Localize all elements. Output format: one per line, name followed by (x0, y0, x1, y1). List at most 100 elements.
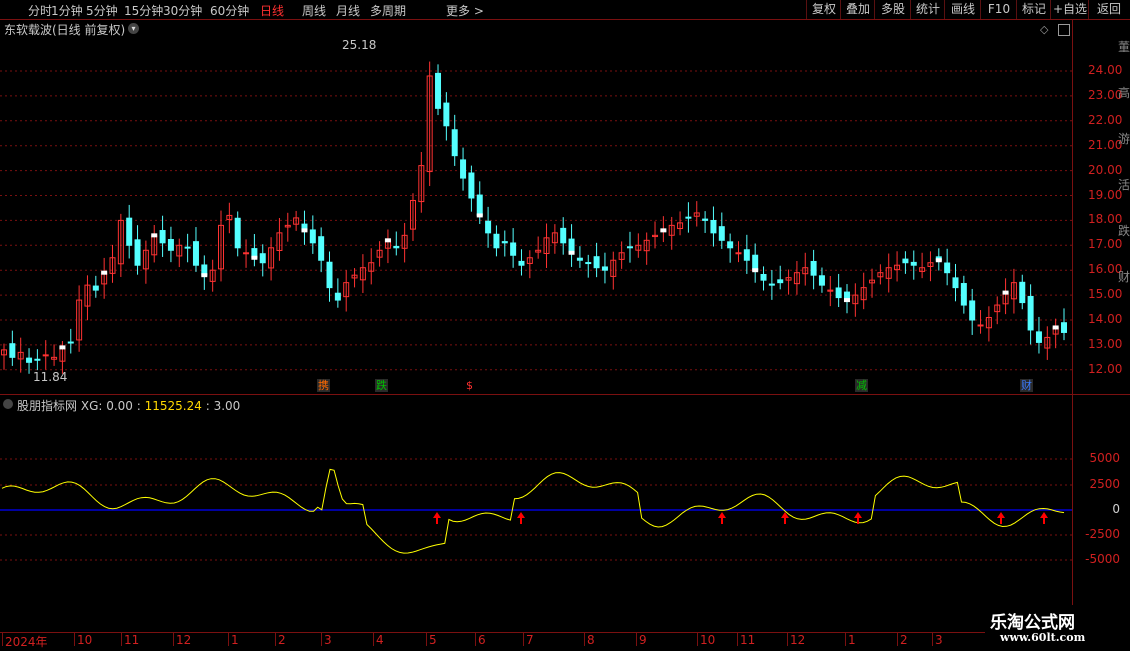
indicator-third: 3.00 (213, 399, 241, 413)
price-tick: 20.00 (1088, 162, 1123, 177)
candle-body (576, 257, 583, 261)
signal-arrow (1040, 512, 1048, 524)
marker-dot (201, 273, 208, 278)
time-tick (845, 632, 846, 646)
candle-body (710, 219, 717, 234)
time-label: 3 (935, 633, 943, 647)
candle-body (810, 260, 817, 276)
high-marker: 25.18 (342, 38, 377, 52)
candle-body (585, 262, 592, 265)
time-label: 12 (790, 633, 806, 647)
marker-dot (384, 238, 391, 243)
time-tick (897, 632, 898, 646)
low-marker: 11.84 (33, 370, 68, 384)
candle-body (910, 261, 917, 266)
time-tick (932, 632, 933, 646)
candle-body (601, 266, 608, 271)
time-tick (2, 632, 3, 646)
candle-body (626, 246, 633, 249)
time-tick (636, 632, 637, 646)
chart-canvas[interactable] (0, 0, 1130, 650)
marker-dot (151, 233, 158, 238)
candle-body (9, 343, 16, 358)
candle-body (159, 230, 166, 244)
candle-body (1061, 322, 1067, 333)
marker-dot (251, 255, 258, 260)
time-tick (523, 632, 524, 646)
marker-dot (752, 268, 759, 273)
candle-body (818, 275, 825, 286)
indicator-menu-icon[interactable] (3, 399, 13, 409)
marker-dot (660, 228, 667, 233)
side-note: 活 (1118, 178, 1130, 192)
indicator-tick: 5000 (1089, 451, 1120, 465)
candle-body (752, 254, 759, 271)
candle-body (435, 72, 442, 109)
signal-arrow (433, 512, 441, 524)
candle-body (760, 273, 767, 281)
event-marker[interactable]: 跌 (375, 379, 388, 392)
time-label: 3 (324, 633, 332, 647)
candle-body (134, 239, 141, 266)
marker-dot (101, 270, 108, 275)
time-label: 12 (176, 633, 192, 647)
candle-body (777, 279, 784, 284)
side-note: 财 (1118, 270, 1130, 284)
marker-dot (1002, 290, 1009, 295)
time-tick (475, 632, 476, 646)
candle-body (184, 246, 191, 249)
price-tick: 14.00 (1088, 312, 1123, 326)
watermark-line1: 乐淘公式网 (990, 613, 1075, 633)
candle-body (393, 245, 400, 249)
marker-dot (935, 258, 942, 263)
price-tick: 15.00 (1088, 287, 1123, 302)
candle-body (326, 261, 333, 289)
marker-dot (59, 345, 66, 350)
time-tick (787, 632, 788, 646)
time-tick (275, 632, 276, 646)
candle-body (485, 220, 492, 234)
time-tick (697, 632, 698, 646)
time-tick (584, 632, 585, 646)
watermark-line2: www.60lt.com (1000, 631, 1086, 644)
marker-dot (1052, 325, 1059, 330)
time-label: 6 (478, 633, 486, 647)
time-label: 10 (77, 633, 93, 647)
marker-dot (568, 250, 575, 255)
event-marker[interactable]: 携 (317, 379, 330, 392)
signal-arrow (997, 512, 1005, 524)
candle-body (727, 241, 734, 249)
candle-body (718, 226, 725, 241)
side-note: 董 (1118, 40, 1130, 54)
candle-body (518, 260, 525, 266)
candle-body (126, 217, 133, 246)
event-marker[interactable]: $ (465, 379, 474, 392)
event-marker[interactable]: 减 (855, 379, 868, 392)
candle-body (969, 300, 976, 321)
time-label: 1 (848, 633, 856, 647)
candle-body (560, 227, 567, 244)
candle-body (167, 239, 174, 251)
candle-body (960, 283, 967, 306)
indicator-xg: XG: 0.00 (80, 399, 133, 413)
panel-divider-axis (1072, 394, 1130, 395)
event-marker[interactable]: 财 (1020, 379, 1033, 392)
indicator-title: 股朋指标网 XG: 0.00 : 11525.24 : 3.00 (17, 399, 241, 413)
price-tick: 17.00 (1088, 237, 1123, 252)
side-note: 游 (1118, 132, 1130, 146)
time-tick (321, 632, 322, 646)
side-note: 高 (1118, 86, 1130, 100)
time-label: 2 (278, 633, 286, 647)
time-tick (228, 632, 229, 646)
candle-body (451, 129, 458, 157)
candle-body (977, 324, 984, 327)
candle-body (743, 249, 750, 261)
time-axis (0, 632, 1072, 651)
time-label: 2024年 (5, 635, 48, 649)
candle-body (702, 218, 709, 221)
indicator-value: 11525.24 (144, 399, 202, 413)
candle-body (476, 194, 483, 216)
time-label: 11 (124, 633, 140, 647)
time-tick (173, 632, 174, 646)
candle-body (501, 241, 508, 244)
